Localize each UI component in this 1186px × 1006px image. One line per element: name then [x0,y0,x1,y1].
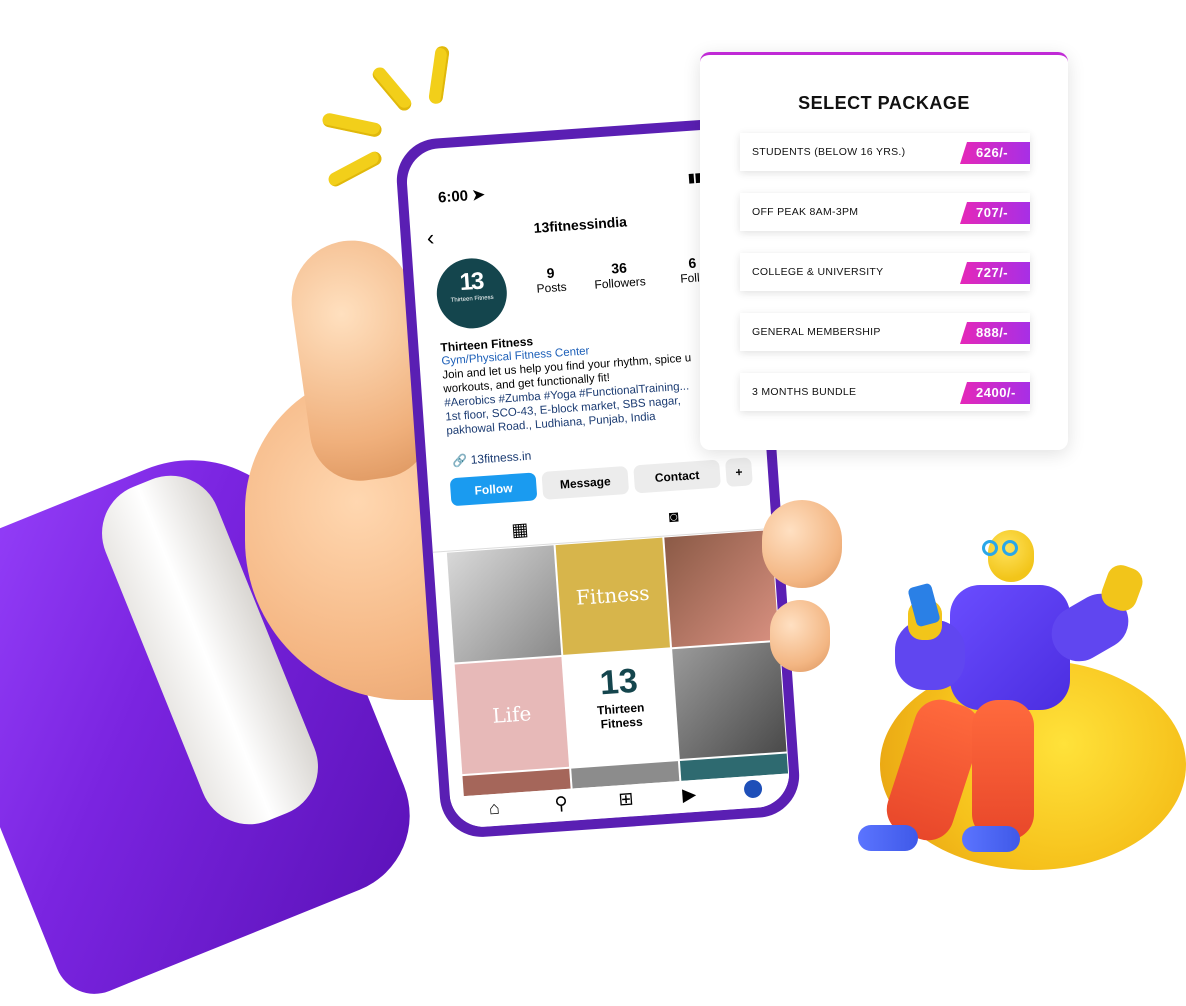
create-icon[interactable]: ⊞ [618,788,635,810]
contact-button[interactable]: Contact [633,459,721,494]
post-text: Life [491,701,533,728]
package-card: SELECT PACKAGE STUDENTS (BELOW 16 YRS.) … [700,52,1068,450]
follow-button[interactable]: Follow [449,472,538,507]
website-link[interactable]: 🔗 13fitness.in [452,449,532,468]
stat-followers[interactable]: 36 Followers [593,258,646,291]
package-price: 707/- [960,202,1030,224]
search-icon[interactable]: ⚲ [554,793,569,815]
stat-posts[interactable]: 9 Posts [535,264,567,296]
location-arrow-icon: ➤ [471,186,486,205]
finger-illustration [762,500,842,588]
character-shoe [858,825,918,851]
add-person-icon[interactable]: + [724,457,753,488]
spark-decoration [428,45,450,105]
package-price: 2400/- [960,382,1030,404]
glasses-icon [982,540,1026,558]
status-time: 6:00 ➤ [437,186,486,207]
package-option[interactable]: GENERAL MEMBERSHIP 888/- [740,313,1030,351]
package-label: GENERAL MEMBERSHIP [752,326,881,338]
home-icon[interactable]: ⌂ [488,798,500,820]
package-label: 3 MONTHS BUNDLE [752,386,857,398]
finger-illustration [770,600,830,672]
post-thumbnail[interactable]: 13 Thirteen Fitness [563,649,678,767]
package-price: 626/- [960,142,1030,164]
package-price: 727/- [960,262,1030,284]
package-option[interactable]: 3 MONTHS BUNDLE 2400/- [740,373,1030,411]
spark-decoration [369,64,415,114]
character-torso [950,585,1070,710]
reels-icon[interactable]: ▶ [682,784,697,806]
post-text: Fitness [575,580,651,610]
post-thumbnail[interactable] [672,641,787,759]
package-option[interactable]: COLLEGE & UNIVERSITY 727/- [740,253,1030,291]
post-grid: Fitness Life 13 Thirteen Fitness [446,530,789,797]
post-thumbnail[interactable]: Fitness [555,537,670,655]
link-icon: 🔗 [451,453,468,469]
post-thumbnail[interactable]: Life [454,656,570,775]
package-option[interactable]: OFF PEAK 8AM-3PM 707/- [740,193,1030,231]
package-price: 888/- [960,322,1030,344]
character-shoe [962,826,1020,852]
avatar[interactable]: 13 Thirteen Fitness [434,255,510,331]
profile-icon[interactable] [743,779,763,799]
message-button[interactable]: Message [541,465,630,500]
package-label: STUDENTS (BELOW 16 YRS.) [752,146,906,158]
package-option[interactable]: STUDENTS (BELOW 16 YRS.) 626/- [740,133,1030,171]
post-thumbnail[interactable] [446,545,562,663]
grid-icon[interactable]: ▦ [511,519,529,541]
spark-decoration [326,149,384,189]
package-label: OFF PEAK 8AM-3PM [752,206,859,218]
package-title: SELECT PACKAGE [798,93,970,113]
tagged-icon[interactable]: ◙ [668,508,679,527]
character-leg [972,700,1034,840]
spark-decoration [321,111,383,139]
package-label: COLLEGE & UNIVERSITY [752,266,884,278]
